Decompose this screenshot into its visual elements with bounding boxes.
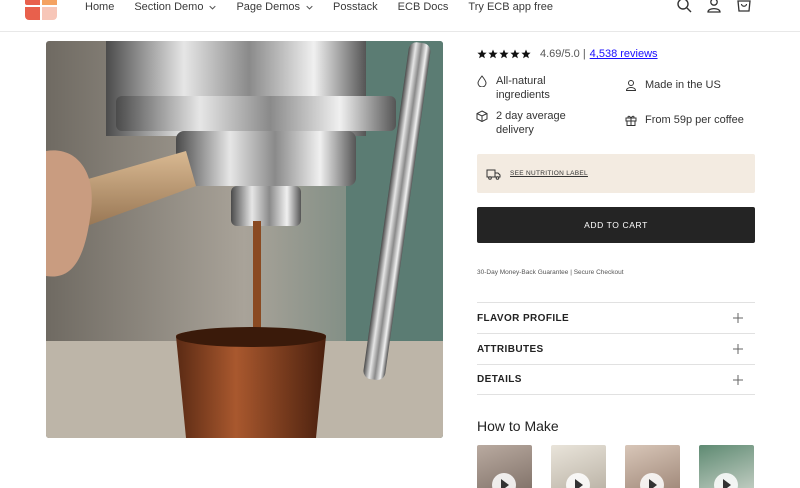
search-icon[interactable] [676, 0, 692, 13]
chevron-down-icon [209, 5, 217, 10]
accordion-label: DETAILS [477, 374, 522, 385]
play-icon [714, 473, 738, 488]
store-logo[interactable] [25, 0, 59, 22]
feature-item: Made in the US [625, 78, 721, 92]
rating-score: 4.69/5.0 | [540, 48, 586, 60]
site-header: Home Section Demo Page Demos Posstack EC… [0, 0, 800, 32]
accordion-details[interactable]: DETAILS [477, 364, 755, 395]
star-icon [488, 49, 498, 59]
nav-ecb-docs[interactable]: ECB Docs [398, 1, 449, 13]
guarantee-text: 30-Day Money-Back Guarantee | Secure Che… [477, 269, 624, 276]
feature-item: From 59p per coffee [625, 113, 744, 127]
gift-icon [625, 115, 637, 126]
video-thumbnail[interactable] [625, 445, 680, 488]
nav-try-ecb[interactable]: Try ECB app free [468, 1, 553, 13]
chevron-down-icon [306, 5, 313, 10]
main-nav: Home Section Demo Page Demos Posstack EC… [85, 0, 573, 14]
add-to-cart-button[interactable]: ADD TO CART [477, 207, 755, 243]
star-rating [477, 49, 531, 59]
account-icon[interactable] [706, 0, 722, 13]
feature-text: 2 day average delivery [496, 110, 566, 136]
nav-posstack[interactable]: Posstack [333, 1, 378, 13]
espresso-photo [46, 41, 443, 438]
nav-label: Page Demos [236, 1, 301, 13]
star-icon [477, 49, 487, 59]
nutrition-label-box: SEE NUTRITION LABEL [477, 154, 755, 193]
star-icon [521, 49, 531, 59]
nutrition-label-link[interactable]: SEE NUTRITION LABEL [510, 170, 588, 177]
play-icon [566, 473, 590, 488]
plus-icon [733, 344, 743, 354]
drop-icon [477, 75, 487, 87]
cart-icon[interactable] [736, 0, 752, 13]
nav-label: Posstack [333, 1, 378, 13]
accordion-flavor-profile[interactable]: FLAVOR PROFILE [477, 302, 755, 333]
feature-text: Made in the US [645, 79, 721, 91]
product-image[interactable] [46, 41, 443, 438]
nav-label: ECB Docs [397, 1, 449, 13]
plus-icon [733, 374, 743, 385]
video-thumbnail[interactable] [551, 445, 606, 488]
truck-icon [486, 169, 501, 180]
star-icon [499, 49, 509, 59]
nav-label: Home [85, 1, 115, 13]
play-icon [492, 473, 516, 488]
nav-label: Try ECB app free [468, 1, 553, 13]
feature-text: From 59p per coffee [645, 114, 744, 126]
feature-item: 2 day average delivery [476, 109, 596, 137]
header-actions [676, 0, 752, 13]
nav-section-demo[interactable]: Section Demo [134, 1, 217, 13]
nav-home[interactable]: Home [85, 1, 114, 13]
feature-item: All-natural ingredients [476, 74, 596, 102]
accordion-attributes[interactable]: ATTRIBUTES [477, 333, 755, 364]
star-icon [510, 49, 520, 59]
rating-row: 4.69/5.0 | 4,538 reviews [477, 48, 658, 60]
accordion-label: FLAVOR PROFILE [477, 312, 570, 324]
accordion-label: ATTRIBUTES [477, 343, 544, 355]
box-icon [476, 110, 488, 122]
person-icon [625, 80, 637, 91]
how-to-make-title: How to Make [477, 418, 559, 434]
product-accordion: FLAVOR PROFILE ATTRIBUTES DETAILS [477, 302, 755, 395]
video-thumbnail[interactable] [477, 445, 532, 488]
nav-page-demos[interactable]: Page Demos [236, 1, 313, 13]
play-icon [640, 473, 664, 488]
video-thumbnail[interactable] [699, 445, 754, 488]
feature-text: All-natural ingredients [496, 75, 550, 101]
video-thumbnails [477, 445, 754, 488]
plus-icon [733, 313, 743, 323]
reviews-link[interactable]: 4,538 reviews [590, 48, 658, 60]
nav-label: Section Demo [134, 1, 204, 13]
